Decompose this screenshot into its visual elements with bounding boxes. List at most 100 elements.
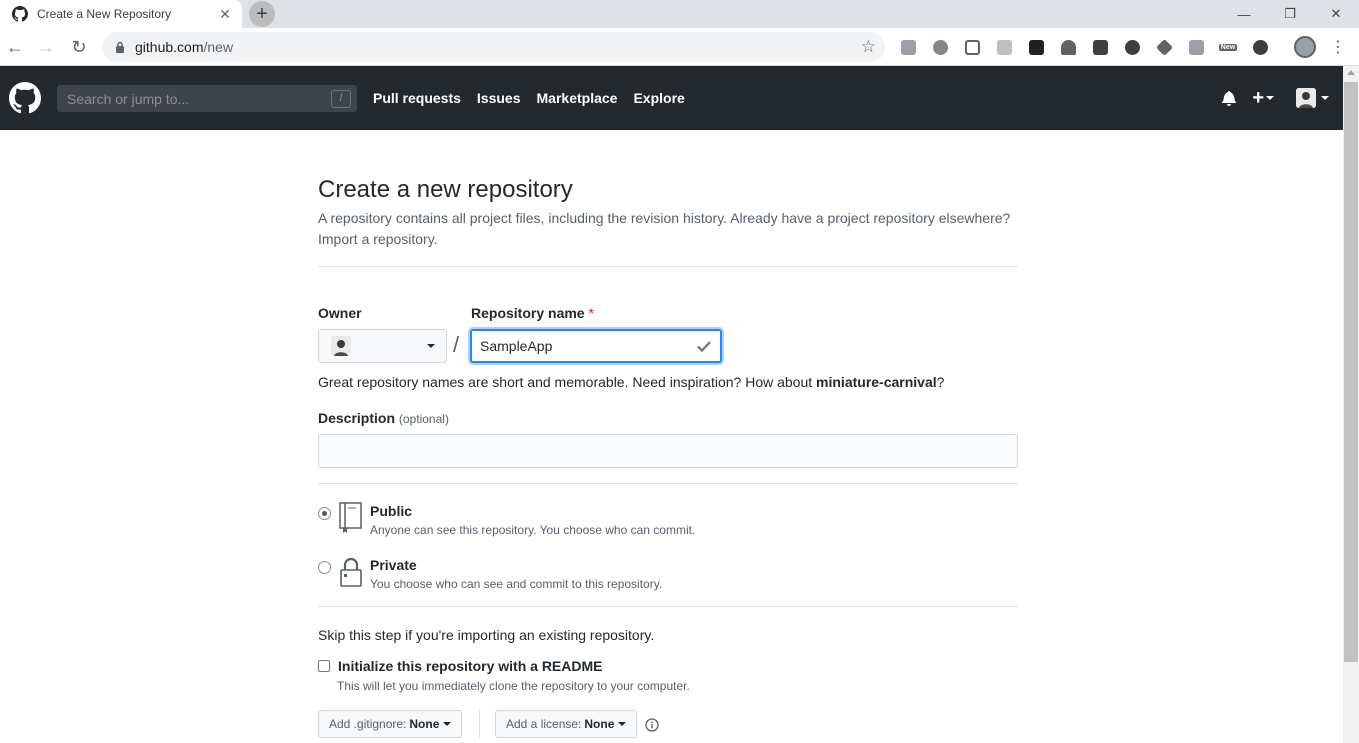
tab-title: Create a New Repository — [37, 7, 172, 21]
description-label: Description (optional) — [318, 410, 449, 426]
license-caret-icon — [618, 722, 627, 726]
gitignore-label: Add .gitignore: — [329, 717, 407, 731]
header-actions: + — [1222, 66, 1329, 130]
init-readme-label[interactable]: Initialize this repository with a README — [338, 658, 602, 674]
visibility-public-option[interactable]: Public Anyone can see this repository. Y… — [318, 502, 695, 540]
new-badge: New — [1218, 43, 1238, 51]
private-title: Private — [370, 557, 417, 573]
nav-marketplace[interactable]: Marketplace — [537, 90, 618, 106]
description-label-text: Description — [318, 410, 396, 426]
new-tab-button[interactable]: + — [249, 1, 275, 27]
tab-extension-icon[interactable] — [1024, 35, 1048, 59]
window-controls: — ❐ ✕ — [1221, 0, 1359, 28]
skip-note: Skip this step if you're importing an ex… — [318, 627, 655, 643]
public-text: Public Anyone can see this repository. Y… — [370, 502, 695, 540]
optional-note: (optional) — [398, 412, 449, 426]
search-box[interactable]: / — [57, 85, 357, 112]
repo-name-input[interactable] — [472, 337, 696, 355]
back-icon[interactable]: ← — [2, 34, 28, 60]
forward-icon[interactable]: → — [33, 34, 59, 60]
window-close-icon[interactable]: ✕ — [1313, 0, 1359, 28]
reload-icon[interactable]: ↻ — [66, 34, 92, 60]
notifications-bell-icon[interactable] — [1222, 90, 1238, 106]
nav-explore[interactable]: Explore — [633, 90, 684, 106]
add-license-button[interactable]: Add a license: None — [495, 710, 638, 738]
add-gitignore-button[interactable]: Add .gitignore: None — [318, 710, 463, 738]
moon-extension-icon[interactable] — [1248, 35, 1272, 59]
browser-menu-icon[interactable]: ⋮ — [1328, 36, 1348, 58]
translate-extension-icon[interactable] — [896, 35, 920, 59]
page-title: Create a new repository — [318, 176, 573, 203]
drive-extension-icon[interactable] — [928, 35, 952, 59]
repo-name-label-text: Repository name — [471, 305, 585, 321]
address-bar[interactable]: github.com/new ☆ — [102, 32, 885, 62]
owner-avatar — [331, 336, 351, 356]
nav-pull-requests[interactable]: Pull requests — [373, 90, 461, 106]
search-shortcut-key: / — [331, 89, 351, 108]
browser-toolbar: ← → ↻ github.com/new ☆ New ⋮ — [0, 28, 1359, 66]
repo-name-hint: Great repository names are short and mem… — [318, 374, 944, 390]
private-description: You choose who can see and commit to thi… — [370, 577, 663, 591]
private-text: Private You choose who can see and commi… — [370, 556, 662, 594]
nav-issues[interactable]: Issues — [477, 90, 521, 106]
hint-prefix: Great repository names are short and mem… — [318, 374, 817, 390]
download-extension-icon[interactable] — [1088, 35, 1112, 59]
browser-tabstrip: Create a New Repository ✕ + — ❐ ✕ — [0, 0, 1359, 28]
lock-icon — [339, 556, 363, 588]
cube-extension-icon[interactable] — [1152, 35, 1176, 59]
page-scrollbar[interactable] — [1343, 66, 1359, 743]
bookmark-star-icon[interactable]: ☆ — [861, 37, 876, 57]
gitignore-value: None — [409, 717, 440, 731]
user-menu-caret-icon[interactable] — [1321, 96, 1329, 100]
init-readme-option[interactable]: Initialize this repository with a README — [318, 658, 602, 674]
new-badge-extension-icon[interactable]: New — [1216, 35, 1240, 59]
repo-book-icon — [339, 502, 363, 534]
restore-icon[interactable]: ❐ — [1267, 0, 1313, 28]
private-radio[interactable] — [318, 561, 331, 574]
divider — [318, 483, 1018, 484]
github-logo-icon[interactable] — [9, 82, 41, 114]
hint-suggestion[interactable]: miniature-carnival — [816, 374, 937, 390]
valid-check-icon — [696, 338, 712, 354]
owner-dropdown[interactable] — [318, 329, 447, 363]
owner-caret-icon — [427, 344, 435, 348]
notes-extension-icon[interactable] — [960, 35, 984, 59]
info-icon[interactable] — [645, 718, 659, 732]
init-readme-note: This will let you immediately clone the … — [337, 679, 690, 693]
import-repository-link[interactable]: Import a repository. — [318, 229, 1018, 250]
create-dropdown-caret-icon[interactable] — [1266, 96, 1274, 100]
repo-name-field[interactable] — [470, 329, 722, 363]
scroll-up-icon[interactable] — [1347, 70, 1355, 75]
repo-name-label: Repository name * — [471, 305, 594, 321]
wrench-extension-icon[interactable] — [1056, 35, 1080, 59]
create-new-plus-icon[interactable]: + — [1252, 88, 1264, 108]
github-header: / Pull requests Issues Marketplace Explo… — [0, 66, 1343, 130]
url-text: github.com/new — [135, 39, 861, 55]
visibility-private-option[interactable]: Private You choose who can see and commi… — [318, 556, 662, 594]
license-label: Add a license: — [506, 717, 582, 731]
hint-suffix: ? — [936, 374, 945, 390]
description-input[interactable] — [318, 434, 1018, 468]
lock-icon — [114, 41, 126, 53]
scroll-thumb[interactable] — [1344, 82, 1358, 662]
extensions-row: New — [896, 35, 1280, 59]
gitignore-caret-icon — [443, 722, 452, 726]
init-readme-checkbox[interactable] — [318, 660, 330, 672]
mail-extension-icon[interactable] — [992, 35, 1016, 59]
public-title: Public — [370, 503, 413, 519]
button-separator — [479, 710, 480, 738]
required-mark: * — [588, 305, 594, 321]
minimize-icon[interactable]: — — [1221, 0, 1267, 28]
subtitle-text: A repository contains all project files,… — [318, 210, 1011, 226]
browser-profile-icon[interactable] — [1294, 36, 1316, 58]
license-value: None — [584, 717, 615, 731]
chat-extension-icon[interactable] — [1120, 35, 1144, 59]
puzzle-extension-icon[interactable] — [1184, 35, 1208, 59]
tab-close-icon[interactable]: ✕ — [217, 6, 233, 22]
header-nav: Pull requests Issues Marketplace Explore — [373, 66, 701, 130]
browser-tab[interactable]: Create a New Repository ✕ — [0, 0, 242, 28]
search-input[interactable] — [65, 89, 331, 108]
public-radio[interactable] — [318, 507, 331, 520]
user-avatar[interactable] — [1296, 88, 1316, 108]
divider — [318, 266, 1018, 267]
